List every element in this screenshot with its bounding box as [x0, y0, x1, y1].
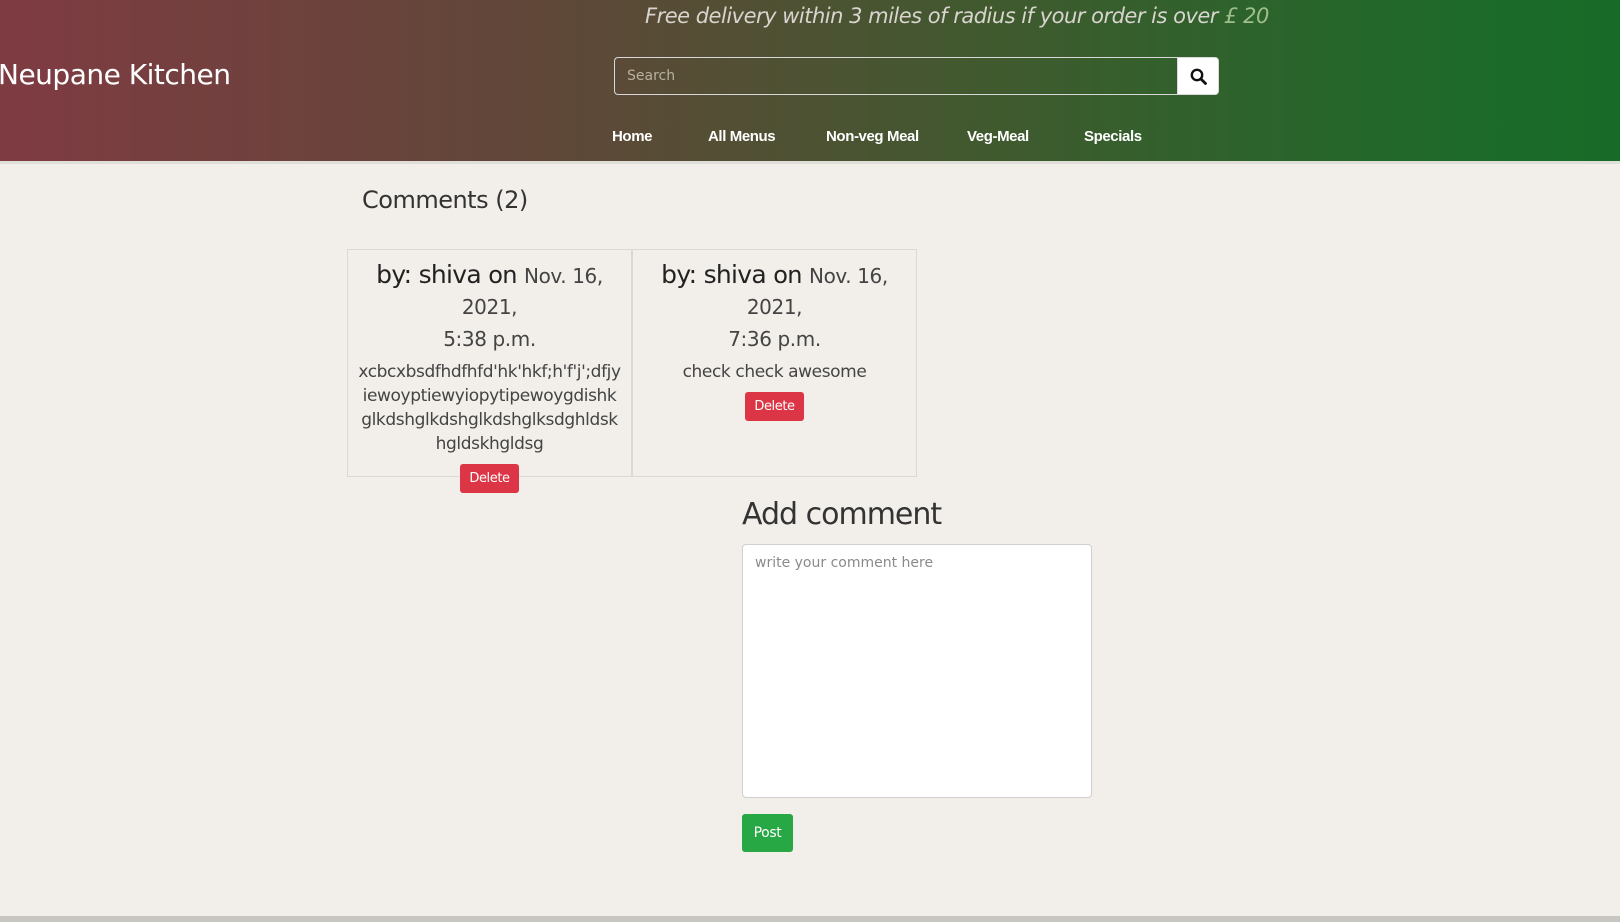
- promo-text: Free delivery within 3 miles of radius i…: [645, 4, 1225, 28]
- footer-divider: [0, 916, 1620, 922]
- comment-time: 7:36 p.m.: [728, 327, 821, 351]
- delete-comment-button[interactable]: Delete: [460, 464, 519, 493]
- post-comment-button[interactable]: Post: [742, 814, 793, 852]
- delete-comment-button[interactable]: Delete: [745, 392, 804, 421]
- comment-author: by: shiva: [376, 260, 482, 289]
- comment-card: by: shiva on Nov. 16, 2021, 5:38 p.m. xc…: [347, 249, 632, 493]
- comment-on-label: on: [773, 261, 802, 289]
- comments-heading: Comments (2): [362, 186, 528, 214]
- nav-specials[interactable]: Specials: [1084, 128, 1142, 145]
- search-input[interactable]: [614, 57, 1177, 95]
- comment-body: check check awesome: [682, 362, 867, 382]
- comment-time: 5:38 p.m.: [443, 327, 536, 351]
- comment-on-label: on: [488, 261, 517, 289]
- comment-meta: by: shiva on Nov. 16, 2021,: [639, 260, 910, 322]
- promo-amount: £ 20: [1224, 4, 1269, 28]
- comment-textarea[interactable]: [742, 544, 1092, 798]
- nav-veg-meal[interactable]: Veg-Meal: [967, 128, 1029, 145]
- nav-non-veg-meal[interactable]: Non-veg Meal: [826, 128, 919, 145]
- comment-date: Nov. 16, 2021,: [746, 264, 888, 319]
- brand-logo[interactable]: Neupane Kitchen: [0, 58, 231, 91]
- search-icon: [1190, 68, 1207, 85]
- add-comment-heading: Add comment: [742, 497, 942, 532]
- nav-all-menus[interactable]: All Menus: [708, 128, 776, 145]
- promo-banner: Free delivery within 3 miles of radius i…: [645, 4, 1269, 28]
- site-header: Free delivery within 3 miles of radius i…: [0, 0, 1620, 164]
- comment-date: Nov. 16, 2021,: [461, 264, 603, 319]
- search-bar: [614, 57, 1219, 95]
- comment-body: xcbcxbsdfhdfhfd'hk'hkf;h'f'j';dfjyiewoyp…: [358, 362, 621, 454]
- comment-card: by: shiva on Nov. 16, 2021, 7:36 p.m. ch…: [632, 249, 917, 477]
- comment-meta: by: shiva on Nov. 16, 2021,: [354, 260, 625, 322]
- search-button[interactable]: [1177, 57, 1219, 95]
- comment-author: by: shiva: [661, 260, 767, 289]
- nav-home[interactable]: Home: [612, 128, 652, 145]
